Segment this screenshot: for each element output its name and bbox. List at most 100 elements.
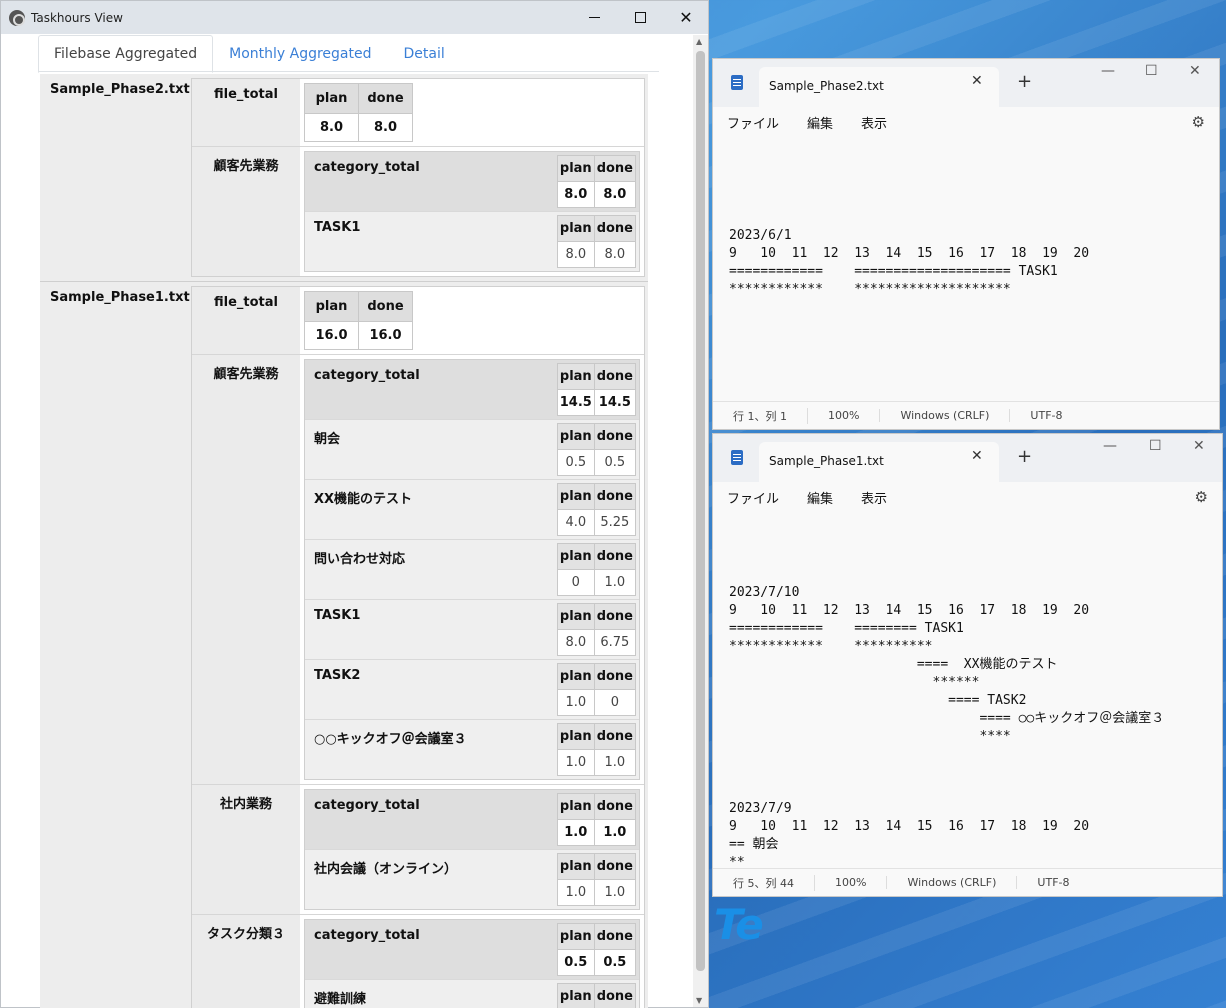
- plan-value: 8.0: [556, 181, 595, 208]
- notepad-statusbar: 行 1、列 1 100% Windows (CRLF) UTF-8: [713, 401, 1219, 429]
- plan-value: 1.0: [556, 879, 595, 906]
- notepad-tab[interactable]: Sample_Phase1.txt: [759, 442, 999, 482]
- minimize-icon[interactable]: —: [1101, 63, 1115, 79]
- menu-view[interactable]: 表示: [861, 113, 887, 132]
- plan-value: 16.0: [304, 321, 359, 350]
- settings-gear-icon[interactable]: ⚙: [1195, 488, 1208, 506]
- menu-edit[interactable]: 編集: [807, 113, 833, 132]
- category-cell: category_total plan done 14.5 14.5 朝会 plan done…: [300, 355, 644, 784]
- notepad-tab[interactable]: Sample_Phase2.txt: [759, 67, 999, 107]
- category-cell: category_total plan done 0.5 0.5 避難訓練 plan done: [300, 915, 644, 1008]
- notepad-window-phase1: Sample_Phase1.txt ✕ + — ☐ ✕ ファイル 編集 表示 ⚙…: [712, 433, 1223, 897]
- file-block: Sample_Phase1.txt file_total plan done 16.0 1…: [40, 282, 648, 1008]
- plan-header: plan: [556, 423, 595, 450]
- maximize-icon[interactable]: ☐: [1145, 63, 1158, 79]
- done-header: done: [593, 155, 637, 182]
- done-value: 1.0: [593, 879, 637, 906]
- tab-close-icon[interactable]: ✕: [971, 73, 983, 89]
- done-value: 0.5: [593, 949, 637, 976]
- task-hours-table: plan done 8.0 6.75: [556, 603, 637, 656]
- file-total-table: plan done 8.0 8.0: [304, 83, 413, 142]
- category-total-row: category_total plan done 1.0 1.0: [305, 790, 639, 850]
- task-hours-table: plan done 4.0 5.25: [556, 483, 637, 536]
- plan-value: 1.0: [556, 749, 595, 776]
- task-hours-table: plan done 0.5 0.5: [556, 423, 637, 476]
- category-total-label: category_total: [314, 928, 420, 943]
- notepad-icon: [731, 450, 743, 465]
- category-total-row: category_total plan done 14.5 14.5: [305, 360, 639, 420]
- tab-close-icon[interactable]: ✕: [971, 448, 983, 464]
- notepad-editor[interactable]: 2023/7/10 9 10 11 12 13 14 15 16 17 18 1…: [713, 512, 1222, 868]
- plan-value: 0.5: [556, 949, 595, 976]
- task-name: ○○キックオフ＠会議室３: [314, 732, 467, 747]
- file-total-table: plan done 16.0 16.0: [304, 291, 413, 350]
- cursor-position: 行 5、列 44: [713, 874, 815, 891]
- done-header: done: [593, 543, 637, 570]
- done-value: 14.5: [593, 389, 637, 416]
- tab-detail[interactable]: Detail: [388, 35, 461, 73]
- menu-file[interactable]: ファイル: [727, 113, 779, 132]
- done-header: done: [593, 983, 637, 1008]
- file-body: file_total plan done 8.0 8.0 顧客先業務 category_to…: [191, 78, 645, 277]
- category-cell: category_total plan done 1.0 1.0 社内会議（オンライン） p…: [300, 785, 644, 914]
- close-icon[interactable]: ✕: [1189, 63, 1201, 79]
- settings-gear-icon[interactable]: ⚙: [1192, 113, 1205, 131]
- plan-header: plan: [556, 543, 595, 570]
- tab-monthly-aggregated[interactable]: Monthly Aggregated: [213, 35, 387, 73]
- plan-header: plan: [304, 83, 359, 114]
- task-name: 朝会: [314, 432, 341, 447]
- category-total-label: category_total: [314, 160, 420, 175]
- file-total-row: file_total plan done 8.0 8.0: [192, 79, 644, 147]
- task-name: XX機能のテスト: [314, 492, 413, 507]
- plan-value: 1.0: [556, 689, 595, 716]
- minimize-button[interactable]: [571, 1, 617, 34]
- task-name: 社内会議（オンライン）: [314, 862, 458, 877]
- tab-filebase-aggregated[interactable]: Filebase Aggregated: [38, 35, 214, 73]
- taskhours-window: Taskhours View ✕ Filebase Aggregated Mon…: [0, 0, 709, 1008]
- task-row: 問い合わせ対応 plan done 0 1.0: [305, 540, 639, 600]
- encoding: UTF-8: [1030, 409, 1063, 422]
- plan-header: plan: [556, 923, 595, 950]
- category-name: 社内業務: [192, 785, 300, 914]
- close-icon[interactable]: ✕: [1193, 438, 1205, 454]
- window-title: Taskhours View: [31, 10, 123, 25]
- maximize-icon[interactable]: ☐: [1149, 438, 1162, 454]
- title-bar[interactable]: Taskhours View ✕: [1, 1, 708, 34]
- menu-edit[interactable]: 編集: [807, 488, 833, 507]
- notepad-menubar: ファイル 編集 表示 ⚙: [713, 107, 1219, 137]
- new-tab-icon[interactable]: +: [1017, 446, 1032, 467]
- view-tabs: Filebase Aggregated Monthly Aggregated D…: [38, 35, 461, 73]
- file-total-row: file_total plan done 16.0 16.0: [192, 287, 644, 355]
- done-header: done: [593, 853, 637, 880]
- file-name: Sample_Phase1.txt: [50, 290, 190, 305]
- new-tab-icon[interactable]: +: [1017, 71, 1032, 92]
- encoding: UTF-8: [1037, 876, 1070, 889]
- category-total-table: plan done 14.5 14.5: [556, 363, 637, 416]
- plan-header: plan: [556, 853, 595, 880]
- file-block: Sample_Phase2.txt file_total plan done 8.0 8.…: [40, 74, 648, 282]
- menu-view[interactable]: 表示: [861, 488, 887, 507]
- task-hours-table: plan done 0 1.0: [556, 543, 637, 596]
- category-name: タスク分類３: [192, 915, 300, 1008]
- menu-file[interactable]: ファイル: [727, 488, 779, 507]
- scroll-up-icon[interactable]: ▲: [696, 37, 702, 46]
- task-hours-table: plan done 1.0 1.0: [556, 853, 637, 906]
- scroll-thumb[interactable]: [696, 51, 705, 971]
- task-hours-table: plan done 8.0 8.0: [556, 215, 637, 268]
- maximize-button[interactable]: [617, 1, 663, 34]
- plan-value: 8.0: [556, 629, 595, 656]
- scroll-down-icon[interactable]: ▼: [696, 996, 702, 1005]
- plan-value: 14.5: [556, 389, 595, 416]
- minimize-icon[interactable]: —: [1103, 438, 1117, 454]
- done-value: 16.0: [358, 321, 413, 350]
- file-body: file_total plan done 16.0 16.0 顧客先業務 category_…: [191, 286, 645, 1008]
- close-button[interactable]: ✕: [663, 1, 709, 34]
- task-name: TASK2: [314, 668, 361, 683]
- task-hours-table: plan done: [556, 983, 637, 1008]
- done-header: done: [593, 603, 637, 630]
- notepad-menubar: ファイル 編集 表示 ⚙: [713, 482, 1222, 512]
- vertical-scrollbar[interactable]: ▲ ▼: [693, 35, 708, 1007]
- notepad-editor[interactable]: 2023/6/1 9 10 11 12 13 14 15 16 17 18 19…: [713, 137, 1219, 399]
- notepad-window-phase2: Sample_Phase2.txt ✕ + — ☐ ✕ ファイル 編集 表示 ⚙…: [712, 58, 1220, 430]
- category-total-row: category_total plan done 0.5 0.5: [305, 920, 639, 980]
